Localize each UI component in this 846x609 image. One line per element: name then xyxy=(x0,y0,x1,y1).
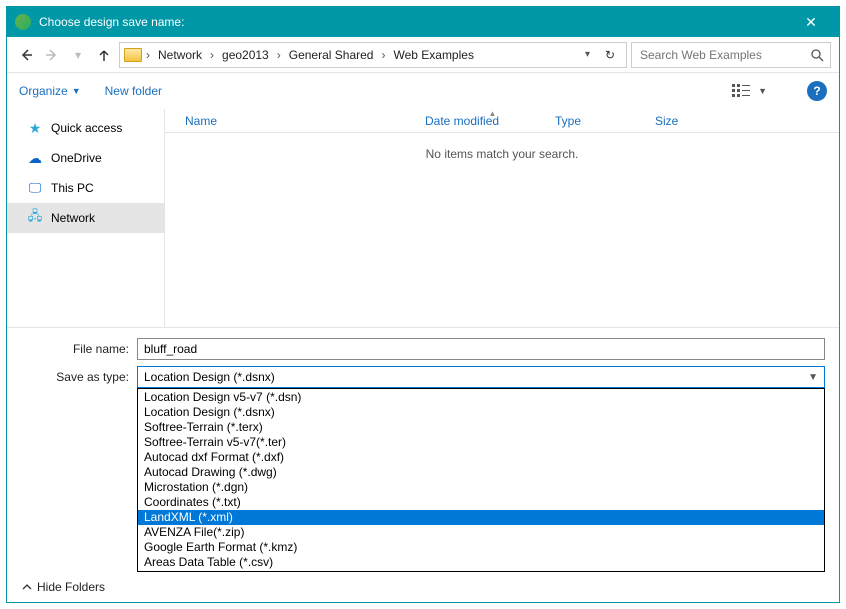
format-option[interactable]: Softree-Terrain (*.terx) xyxy=(138,420,824,435)
crumb-network[interactable]: Network xyxy=(154,46,206,64)
file-list: ▲ Name Date modified Type Size No items … xyxy=(165,109,839,327)
filename-label: File name: xyxy=(21,342,137,356)
view-options-button[interactable]: ▼ xyxy=(732,83,767,99)
monitor-icon: 🖵 xyxy=(27,180,43,196)
body: ★ Quick access ☁ OneDrive 🖵 This PC 🖧 Ne… xyxy=(7,109,839,327)
format-option[interactable]: Google Earth Format (*.kmz) xyxy=(138,540,824,555)
forward-button[interactable] xyxy=(41,44,63,66)
network-icon: 🖧 xyxy=(27,210,43,226)
hide-folders-button[interactable]: Hide Folders xyxy=(21,580,105,594)
up-button[interactable] xyxy=(93,44,115,66)
nav-bar: ▾ › Network › geo2013 › General Shared ›… xyxy=(7,37,839,73)
titlebar: Choose design save name: ✕ xyxy=(7,7,839,37)
col-size[interactable]: Size xyxy=(655,114,745,128)
col-type[interactable]: Type xyxy=(555,114,655,128)
recent-dropdown[interactable]: ▾ xyxy=(67,44,89,66)
format-option[interactable]: Softree-Terrain v5-v7(*.ter) xyxy=(138,435,824,450)
tree-quick-access[interactable]: ★ Quick access xyxy=(7,113,164,143)
address-bar[interactable]: › Network › geo2013 › General Shared › W… xyxy=(119,42,627,68)
folder-icon xyxy=(124,48,142,62)
chevron-up-icon xyxy=(21,581,33,593)
back-button[interactable] xyxy=(15,44,37,66)
format-option[interactable]: Location Design v5-v7 (*.dsn) xyxy=(138,390,824,405)
format-option[interactable]: LandXML (*.xml) xyxy=(138,510,824,525)
crumb-web-examples[interactable]: Web Examples xyxy=(389,46,477,64)
col-name[interactable]: Name xyxy=(165,114,425,128)
format-option[interactable]: Location Design (*.dsnx) xyxy=(138,405,824,420)
chevron-right-icon: › xyxy=(275,48,283,62)
view-icon xyxy=(732,83,754,99)
close-icon[interactable]: ✕ xyxy=(791,14,831,31)
filename-input[interactable] xyxy=(137,338,825,360)
tree-network[interactable]: 🖧 Network xyxy=(7,203,164,233)
format-option[interactable]: Microstation (*.dgn) xyxy=(138,480,824,495)
tree-onedrive[interactable]: ☁ OneDrive xyxy=(7,143,164,173)
search-box[interactable] xyxy=(631,42,831,68)
saveas-label: Save as type: xyxy=(21,370,137,384)
format-option[interactable]: Autocad dxf Format (*.dxf) xyxy=(138,450,824,465)
chevron-right-icon: › xyxy=(208,48,216,62)
dialog-title: Choose design save name: xyxy=(39,15,791,29)
format-option[interactable]: Coordinates (*.txt) xyxy=(138,495,824,510)
format-option[interactable]: Autocad Drawing (*.dwg) xyxy=(138,465,824,480)
saveas-dropdown: Location Design v5-v7 (*.dsn)Location De… xyxy=(137,388,825,572)
chevron-down-icon: ▼ xyxy=(808,372,818,383)
new-folder-button[interactable]: New folder xyxy=(105,84,162,98)
bottom-panel: File name: Save as type: Location Design… xyxy=(7,327,839,602)
star-icon: ★ xyxy=(27,120,43,136)
save-dialog: Choose design save name: ✕ ▾ › Network ›… xyxy=(6,6,840,603)
format-option[interactable]: Areas Data Table (*.csv) xyxy=(138,555,824,570)
tree-this-pc[interactable]: 🖵 This PC xyxy=(7,173,164,203)
dropdown-list[interactable]: Location Design v5-v7 (*.dsn)Location De… xyxy=(137,388,825,572)
format-option[interactable]: AVENZA File(*.zip) xyxy=(138,525,824,540)
app-icon xyxy=(15,14,31,30)
cloud-icon: ☁ xyxy=(27,150,43,166)
saveas-combo[interactable]: Location Design (*.dsnx) ▼ xyxy=(137,366,825,388)
nav-tree: ★ Quick access ☁ OneDrive 🖵 This PC 🖧 Ne… xyxy=(7,109,165,327)
chevron-right-icon: › xyxy=(379,48,387,62)
column-headers: Name Date modified Type Size xyxy=(165,109,839,133)
toolbar: Organize▼ New folder ▼ ? xyxy=(7,73,839,109)
chevron-right-icon: › xyxy=(144,48,152,62)
refresh-icon[interactable]: ↻ xyxy=(598,48,622,62)
help-button[interactable]: ? xyxy=(807,81,827,101)
chevron-down-icon: ▼ xyxy=(758,86,767,96)
sort-ascending-icon: ▲ xyxy=(489,109,497,118)
search-icon[interactable] xyxy=(810,48,824,62)
search-input[interactable] xyxy=(638,47,810,63)
crumb-general-shared[interactable]: General Shared xyxy=(285,46,378,64)
empty-message: No items match your search. xyxy=(165,133,839,161)
address-dropdown-icon[interactable]: ▾ xyxy=(585,49,590,60)
organize-button[interactable]: Organize▼ xyxy=(19,84,81,98)
chevron-down-icon: ▼ xyxy=(72,86,81,96)
crumb-geo2013[interactable]: geo2013 xyxy=(218,46,273,64)
